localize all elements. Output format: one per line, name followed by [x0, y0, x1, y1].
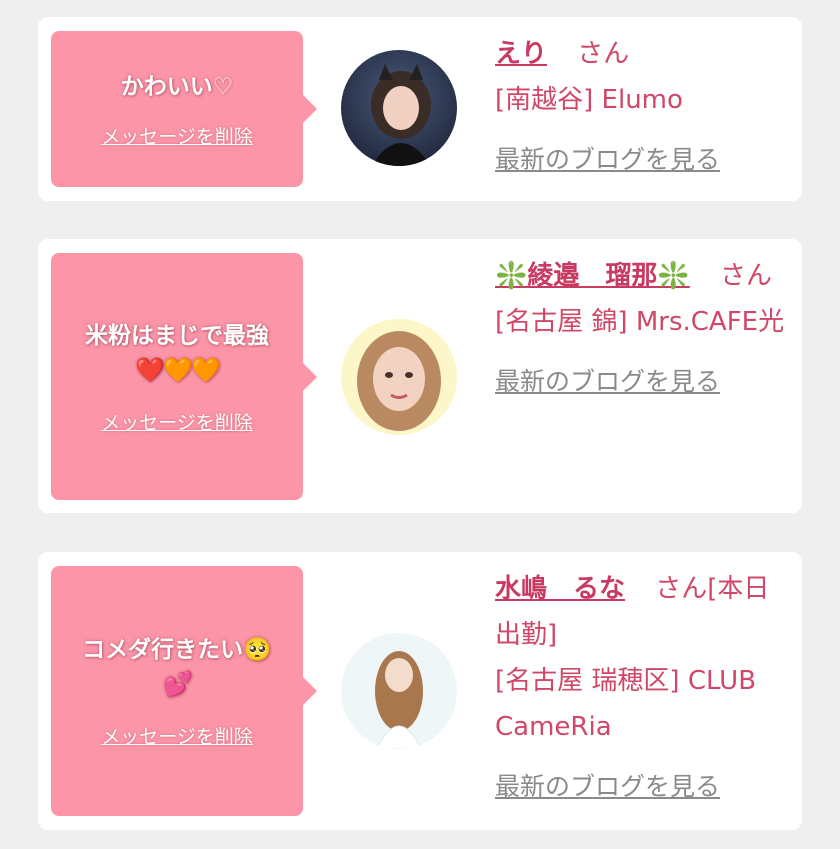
avatar[interactable]	[341, 633, 457, 749]
delete-message-link[interactable]: メッセージを削除	[101, 122, 253, 149]
shop-name: [名古屋 錦] Mrs.CAFE光	[495, 307, 785, 337]
message-bubble: 米粉はまじで最強 ❤️🧡🧡 メッセージを削除	[51, 253, 317, 500]
name-suffix: さん	[577, 39, 630, 69]
avatar[interactable]	[341, 319, 457, 435]
cast-name-link[interactable]: ❇️綾邉 瑠那❇️	[495, 261, 690, 291]
name-suffix: さん	[720, 261, 773, 291]
profile-info: えり さん [南越谷] Elumo 最新のブログを見る	[495, 31, 785, 183]
shop-name: [南越谷] Elumo	[495, 85, 683, 115]
message-text: かわいい♡	[120, 73, 234, 100]
message-text-line: コメダ行きたい🥺	[82, 637, 272, 663]
latest-blog-link[interactable]: 最新のブログを見る	[495, 137, 785, 183]
message-card: 米粉はまじで最強 ❤️🧡🧡 メッセージを削除 ❇️綾邉 瑠那❇️ さん [名古屋…	[38, 239, 802, 513]
profile-info: ❇️綾邉 瑠那❇️ さん [名古屋 錦] Mrs.CAFE光 最新のブログを見る	[495, 253, 785, 405]
cast-name-link[interactable]: えり	[495, 39, 547, 69]
message-bubble: かわいい♡ メッセージを削除	[51, 31, 317, 187]
delete-message-link[interactable]: メッセージを削除	[101, 408, 253, 435]
message-card: コメダ行きたい🥺 💕 メッセージを削除 水嶋 るな さん[本日出勤] [名古屋 …	[38, 552, 802, 830]
message-bubble: コメダ行きたい🥺 💕 メッセージを削除	[51, 566, 317, 816]
message-card: かわいい♡ メッセージを削除 えり さん [南越谷] Elumo 最新のブログを…	[38, 17, 802, 201]
profile-info: 水嶋 るな さん[本日出勤] [名古屋 瑞穂区] CLUB CameRia 最新…	[495, 566, 785, 810]
message-text-line: 米粉はまじで最強	[85, 322, 269, 349]
avatar[interactable]	[341, 50, 457, 166]
heart-emoji-icon: ❤️🧡🧡	[135, 355, 221, 384]
cast-name-link[interactable]: 水嶋 るな	[495, 574, 625, 604]
latest-blog-link[interactable]: 最新のブログを見る	[495, 359, 785, 405]
message-text: 米粉はまじで最強 ❤️🧡🧡	[75, 319, 279, 388]
hearts-emoji-icon: 💕	[163, 670, 193, 698]
message-text: コメダ行きたい🥺 💕	[72, 633, 282, 702]
avatar-image	[341, 50, 457, 166]
latest-blog-link[interactable]: 最新のブログを見る	[495, 764, 785, 810]
delete-message-link[interactable]: メッセージを削除	[101, 722, 253, 749]
avatar-image	[341, 319, 457, 435]
shop-name: [名古屋 瑞穂区] CLUB CameRia	[495, 666, 757, 742]
avatar-image	[341, 633, 457, 749]
